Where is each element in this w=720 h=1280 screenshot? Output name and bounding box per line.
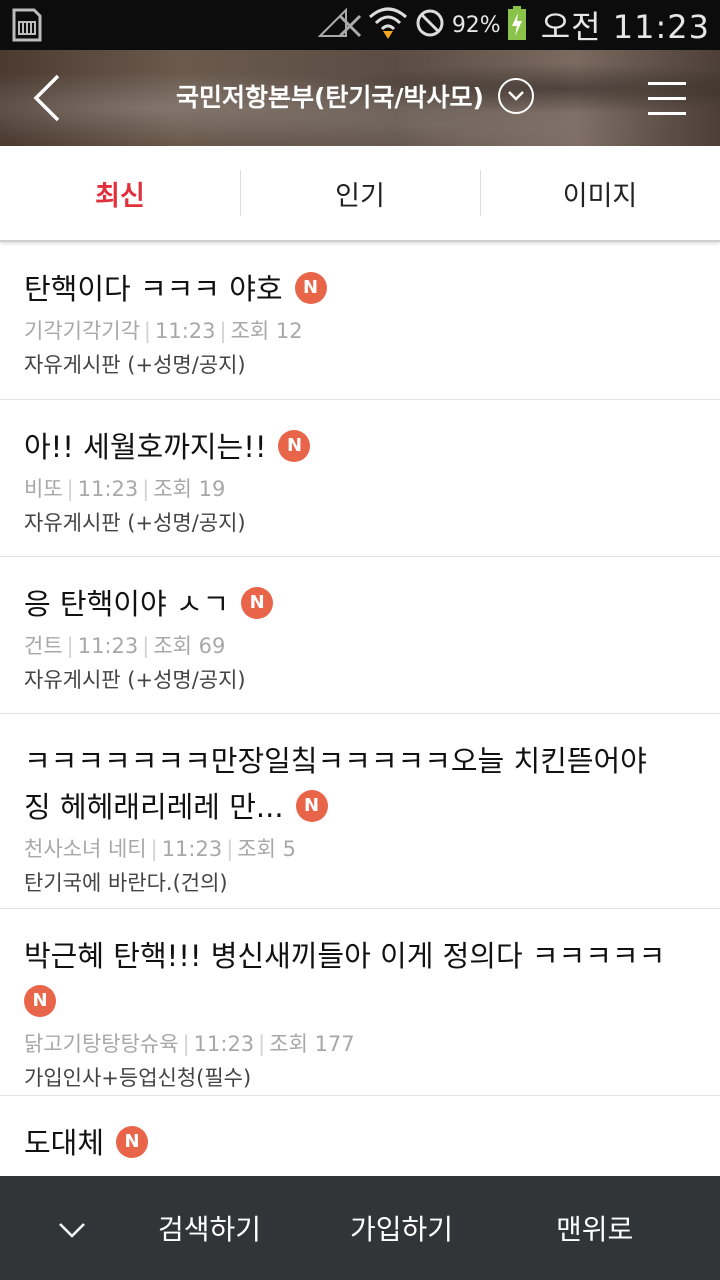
post-board: 자유게시판 (+성명/공지) <box>24 511 246 535</box>
clock: 오전 11:23 <box>540 8 710 46</box>
new-badge: N <box>294 272 327 304</box>
post-meta: 건트 | 11:23 | 조회 69 <box>24 634 226 658</box>
tab-bar: 최신 인기 이미지 <box>0 146 720 242</box>
scroll-to-top-button[interactable]: 맨위로 <box>556 1208 633 1248</box>
search-button[interactable]: 검색하기 <box>158 1208 261 1248</box>
list-item[interactable]: 탄핵이다 ㅋㅋㅋ 야호 N 기각기각기각 | 11:23 | 조회 12 자유게시판 (+… <box>0 242 720 400</box>
status-bar: 92% 오전 11:23 <box>0 0 720 50</box>
new-badge: N <box>24 985 56 1017</box>
new-badge: N <box>116 1126 149 1158</box>
tab-latest[interactable]: 최신 <box>0 146 240 240</box>
post-title: 박근혜 탄핵!!! 병신새끼들아 이게 정의다 ㅋㅋㅋㅋㅋN <box>24 933 696 1025</box>
post-list: 탄핵이다 ㅋㅋㅋ 야호 N 기각기각기각 | 11:23 | 조회 12 자유게시판 (+… <box>0 242 720 1216</box>
chevron-down-icon[interactable] <box>54 1212 90 1248</box>
new-badge: N <box>278 430 311 462</box>
cafe-title-dropdown[interactable]: 국민저항본부(탄기국/박사모) <box>0 78 720 114</box>
sim-card-icon <box>10 8 44 42</box>
post-meta: 천사소녀 네티 | 11:23 | 조회 5 <box>24 837 296 861</box>
post-board: 자유게시판 (+성명/공지) <box>24 353 246 377</box>
list-item[interactable]: 아!! 세월호까지는!! N 비또 | 11:23 | 조회 19 자유게시판 (+성명/… <box>0 400 720 557</box>
cafe-title: 국민저항본부(탄기국/박사모) <box>176 83 484 112</box>
post-meta: 닭고기탕탕탕슈육 | 11:23 | 조회 177 <box>24 1032 355 1056</box>
post-meta: 비또 | 11:23 | 조회 19 <box>24 477 226 501</box>
tab-images[interactable]: 이미지 <box>480 146 720 240</box>
tab-popular[interactable]: 인기 <box>240 146 480 240</box>
post-title: 응 탄핵이야 ㅅㄱ N <box>24 581 696 627</box>
post-title: 도대체 N <box>24 1120 696 1166</box>
chevron-down-circle-icon <box>497 78 534 114</box>
post-title: ㅋㅋㅋㅋㅋㅋㅋ만장일칰ㅋㅋㅋㅋㅋ오늘 치킨뜯어야징 헤헤래리레레 만... N <box>24 744 647 824</box>
new-badge: N <box>295 790 328 822</box>
post-title: 아!! 세월호까지는!! N <box>24 424 696 470</box>
post-meta: 기각기각기각 | 11:23 | 조회 12 <box>24 319 303 343</box>
list-item[interactable]: 응 탄핵이야 ㅅㄱ N 건트 | 11:23 | 조회 69 자유게시판 (+성명/공지) <box>0 557 720 714</box>
battery-charging-icon <box>507 5 527 45</box>
list-item[interactable]: 박근혜 탄핵!!! 병신새끼들아 이게 정의다 ㅋㅋㅋㅋㅋN 닭고기탕탕탕슈육 |… <box>0 909 720 1096</box>
battery-percent: 92% <box>451 12 501 38</box>
post-board: 자유게시판 (+성명/공지) <box>24 668 246 692</box>
list-item[interactable]: ㅋㅋㅋㅋㅋㅋㅋ만장일칰ㅋㅋㅋㅋㅋ오늘 치킨뜯어야징 헤헤래리레레 만... N 천… <box>0 714 720 909</box>
do-not-disturb-icon <box>414 7 446 43</box>
no-signal-icon <box>317 7 362 42</box>
new-badge: N <box>241 587 274 619</box>
wifi-icon <box>368 5 408 45</box>
app-header: 국민저항본부(탄기국/박사모) <box>0 50 720 146</box>
hamburger-menu-icon[interactable] <box>648 78 688 118</box>
bottom-toolbar: 검색하기 가입하기 맨위로 <box>0 1176 720 1280</box>
join-button[interactable]: 가입하기 <box>350 1208 453 1248</box>
post-title: 탄핵이다 ㅋㅋㅋ 야호 N <box>24 266 696 312</box>
